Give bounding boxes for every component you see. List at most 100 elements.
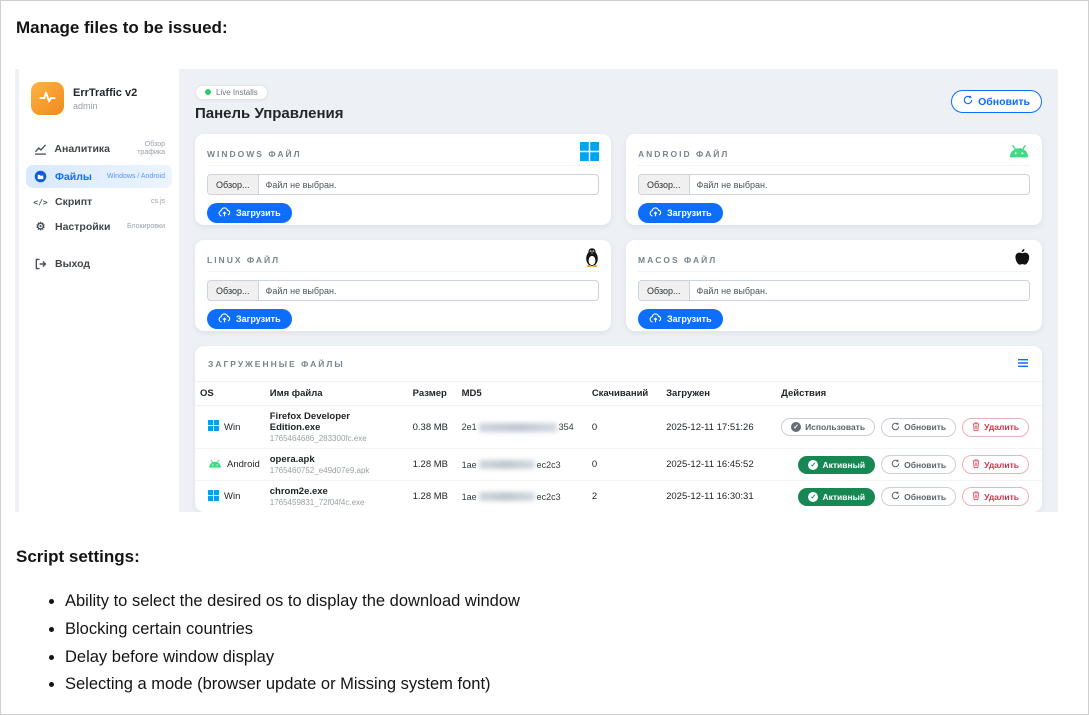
md5-start: 2e1 [462, 422, 477, 432]
active-status-label: Активный [822, 492, 865, 502]
file-input[interactable]: Обзор... Файл не выбран. [638, 174, 1030, 195]
upload-button[interactable]: Загрузить [207, 309, 292, 329]
sidebar-item-settings[interactable]: ⚙ Настройки Блокировки [26, 216, 172, 238]
heading-script-settings: Script settings: [16, 547, 140, 567]
sidebar-item-analytics[interactable]: Аналитика Обзор трафика [26, 136, 172, 162]
sidebar-item-hint: Обзор трафика [117, 141, 165, 157]
sidebar-item-script[interactable]: </> Скрипт cs.js [26, 191, 172, 213]
file-system-name: 1765464686_283300fc.exe [270, 434, 403, 443]
column-header-actions: Действия [776, 382, 1042, 406]
file-system-name: 1765460752_e49d07e9.apk [270, 466, 403, 475]
file-input[interactable]: Обзор... Файл не выбран. [207, 280, 599, 301]
active-status-label: Активный [822, 460, 865, 470]
upload-label: Загрузить [667, 208, 712, 218]
chart-icon [33, 144, 47, 155]
browse-button[interactable]: Обзор... [208, 281, 259, 300]
brand-text: ErrTraffic v2 admin [73, 87, 137, 111]
table-row: Android opera.apk 1765460752_e49d07e9.ap… [195, 449, 1042, 481]
code-icon: </> [33, 198, 48, 207]
update-file-button[interactable]: Обновить [881, 455, 956, 474]
download-count: 0 [587, 406, 661, 449]
file-system-name: 1765459831_72f04f4c.exe [270, 498, 403, 507]
activity-pulse-icon [38, 87, 57, 111]
column-header-size: Размер [408, 382, 457, 406]
upload-cards-grid: WINDOWS ФАЙЛ Обзор... Файл не выбран. [195, 134, 1042, 331]
sidebar: ErrTraffic v2 admin Аналитика Обзор траф… [19, 69, 179, 512]
refresh-panel-button[interactable]: Обновить [951, 90, 1042, 113]
linux-tux-icon [585, 247, 599, 272]
md5-redacted-blur [479, 492, 535, 501]
panel-title: Панель Управления [195, 105, 1042, 122]
column-header-uploaded: Загружен [661, 382, 776, 406]
card-title: MACOS ФАЙЛ [638, 255, 717, 265]
card-title: LINUX ФАЙЛ [207, 255, 280, 265]
table-row: Win Firefox Developer Edition.exe 176546… [195, 406, 1042, 449]
file-input[interactable]: Обзор... Файл не выбран. [207, 174, 599, 195]
upload-cloud-icon [218, 207, 231, 219]
file-display-name: opera.apk [270, 454, 403, 465]
upload-button[interactable]: Загрузить [207, 203, 292, 223]
download-count: 0 [587, 449, 661, 481]
delete-file-button[interactable]: Удалить [962, 455, 1029, 474]
sidebar-item-label: Настройки [55, 221, 110, 233]
sidebar-item-label: Аналитика [54, 143, 110, 155]
upload-cloud-icon [649, 207, 662, 219]
upload-button[interactable]: Загрузить [638, 203, 723, 223]
os-label: Win [224, 422, 240, 433]
browse-button[interactable]: Обзор... [639, 281, 690, 300]
card-title: WINDOWS ФАЙЛ [207, 149, 302, 159]
upload-cloud-icon [649, 313, 662, 325]
brand-role: admin [73, 101, 137, 111]
os-label: Win [224, 491, 240, 502]
use-file-button[interactable]: ✓ Использовать [781, 418, 875, 436]
delete-file-label: Удалить [984, 422, 1019, 432]
upload-label: Загрузить [236, 314, 281, 324]
list-item: Delay before window display [65, 648, 520, 668]
check-circle-icon: ✓ [791, 422, 801, 432]
file-size: 1.28 MB [408, 481, 457, 513]
upload-card-android: ANDROID ФАЙЛ Обзор... Файл не выбран. [626, 134, 1042, 225]
upload-cloud-icon [218, 313, 231, 325]
md5-start: 1ae [462, 460, 477, 470]
refresh-icon [891, 422, 900, 433]
update-file-button[interactable]: Обновить [881, 487, 956, 506]
files-icon [33, 170, 48, 183]
check-circle-icon: ✓ [808, 492, 818, 502]
md5-start: 1ae [462, 492, 477, 502]
os-label: Android [227, 459, 260, 470]
trash-icon [972, 491, 980, 502]
trash-icon [972, 422, 980, 433]
sidebar-item-files[interactable]: Файлы Windows / Android [26, 165, 172, 188]
file-chosen-label: Файл не выбран. [259, 286, 344, 296]
delete-file-label: Удалить [984, 492, 1019, 502]
apple-logo-icon [1014, 248, 1030, 271]
column-header-downloads: Скачиваний [587, 382, 661, 406]
page: Manage files to be issued: ErrTraffic v2… [0, 0, 1089, 715]
uploaded-timestamp: 2025-12-11 16:30:31 [661, 481, 776, 513]
download-count: 2 [587, 481, 661, 513]
sidebar-item-label: Файлы [55, 171, 92, 183]
trash-icon [972, 459, 980, 470]
browse-button[interactable]: Обзор... [208, 175, 259, 194]
delete-file-button[interactable]: Удалить [962, 487, 1029, 506]
uploaded-files-title: ЗАГРУЖЕННЫЕ ФАЙЛЫ [208, 359, 345, 369]
upload-button[interactable]: Загрузить [638, 309, 723, 329]
update-file-button[interactable]: Обновить [881, 418, 956, 437]
card-title: ANDROID ФАЙЛ [638, 149, 729, 159]
delete-file-button[interactable]: Удалить [962, 418, 1029, 437]
list-item: Selecting a mode (browser update or Miss… [65, 675, 520, 695]
list-icon [1017, 355, 1029, 373]
browse-button[interactable]: Обзор... [639, 175, 690, 194]
brand-name: ErrTraffic v2 [73, 87, 137, 99]
upload-card-macos: MACOS ФАЙЛ Обзор... Файл не выбран. За [626, 240, 1042, 331]
uploaded-timestamp: 2025-12-11 17:51:26 [661, 406, 776, 449]
uploaded-files-table: OS Имя файла Размер MD5 Скачиваний Загру… [195, 381, 1042, 512]
file-input[interactable]: Обзор... Файл не выбран. [638, 280, 1030, 301]
md5-redacted-blur [479, 423, 557, 432]
heading-manage-files: Manage files to be issued: [16, 18, 228, 38]
active-status-button[interactable]: ✓ Активный [798, 488, 875, 506]
file-display-name: chrom2e.exe [270, 486, 403, 497]
sidebar-item-logout[interactable]: Выход [26, 253, 172, 275]
md5-end: ec2c3 [537, 492, 561, 502]
active-status-button[interactable]: ✓ Активный [798, 456, 875, 474]
